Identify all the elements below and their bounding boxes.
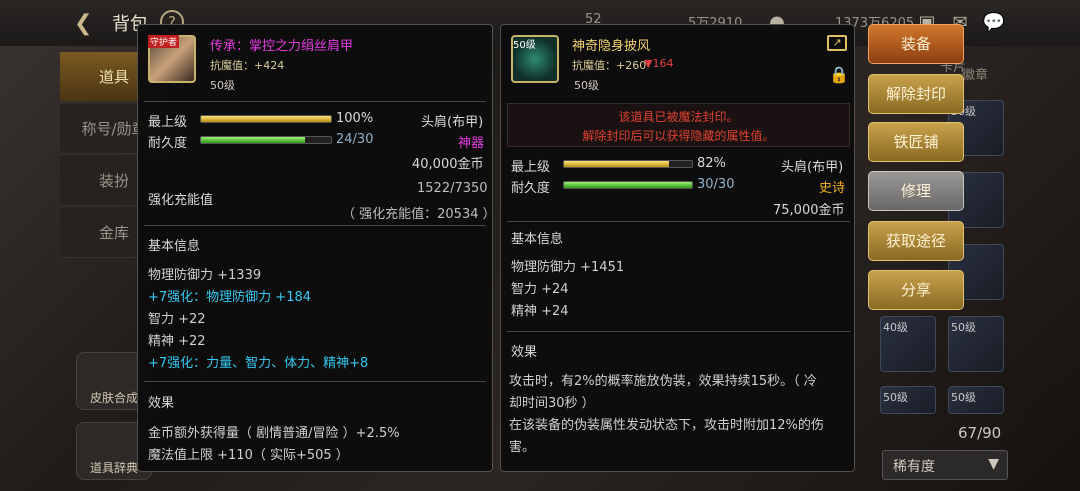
sort-dropdown-value: 稀有度: [893, 459, 935, 475]
item-grade: 史诗: [819, 181, 846, 196]
effect-line: 害。: [509, 440, 536, 455]
durability-bar-fill: [201, 137, 305, 143]
item-resist: 抗魔值：+260: [572, 59, 647, 72]
chat-icon[interactable]: 💬: [982, 12, 1006, 34]
item-price: 75,000金币: [773, 203, 845, 218]
share-button[interactable]: 分享: [868, 270, 964, 310]
max-level-pct: 82%: [697, 156, 726, 171]
item-resist: 抗魔值：+424: [210, 59, 285, 72]
divider: [144, 225, 486, 226]
effect-title: 效果: [148, 396, 175, 411]
back-arrow-icon[interactable]: ❮: [74, 10, 102, 38]
stat-line: 物理防御力 +1451: [511, 260, 625, 275]
item-name: 神奇隐身披风: [572, 39, 651, 54]
effect-line: 魔法值上限 +110（ 实际+505 ）: [148, 448, 349, 463]
item-tooltip-1: 守护者 传承：掌控之力绢丝肩甲 抗魔值：+424 50级 最上级 100% 头肩…: [137, 24, 496, 472]
item-level: 50级: [210, 79, 235, 92]
max-level-bar-fill: [564, 161, 669, 167]
tab-emblem[interactable]: 徽章: [962, 64, 988, 83]
guardian-badge: 守护者: [148, 35, 180, 48]
stat-line: 精神 +24: [511, 304, 569, 319]
effect-title: 效果: [511, 345, 538, 360]
unseal-button[interactable]: 解除封印: [868, 74, 964, 114]
durability-label: 耐久度: [511, 181, 551, 196]
strength-value: 1522/7350: [417, 181, 488, 196]
lock-icon[interactable]: 🔒: [829, 65, 849, 84]
divider: [507, 221, 850, 222]
max-level-bar: [563, 160, 693, 168]
inventory-slot[interactable]: 50级: [880, 386, 936, 414]
inventory-count: 67/90: [958, 424, 1002, 442]
item-tooltip-2: 50级 神奇隐身披风 抗魔值：+260 ▼164 50级 ↗ 🔒 该道具已被魔法…: [500, 24, 855, 472]
effect-line: 在该装备的伪装属性发动状态下，攻击时附加12%的伤: [509, 418, 824, 433]
inventory-slot[interactable]: 40级: [880, 316, 936, 372]
stat-line: +7强化：力量、智力、体力、精神+8: [148, 356, 369, 371]
durability-bar-fill: [564, 182, 692, 188]
max-level-label: 最上级: [148, 115, 188, 130]
stat-line: 精神 +22: [148, 334, 206, 349]
max-level-label: 最上级: [511, 160, 551, 175]
divider: [144, 381, 486, 382]
durability-bar: [200, 136, 332, 144]
divider: [507, 331, 850, 332]
item-grade: 神器: [458, 136, 485, 151]
seal-notice-line: 该道具已被魔法封印。: [618, 110, 739, 124]
effect-line: 金币额外获得量（ 剧情普通/冒险 ）+2.5%: [148, 426, 400, 441]
item-slot: 头肩(布甲): [421, 115, 484, 130]
effect-line: 却时间30秒 ）: [509, 396, 595, 411]
durability-bar: [563, 181, 693, 189]
stat-line: 智力 +24: [511, 282, 569, 297]
durability-value: 24/30: [336, 132, 374, 147]
durability-label: 耐久度: [148, 136, 188, 151]
equip-button[interactable]: 装备: [868, 24, 964, 64]
stat-line: +7强化：物理防御力 +184: [148, 290, 312, 305]
item-resist-diff: ▼164: [644, 57, 674, 70]
strength-sub: （ 强化充能值：20534 ）: [342, 207, 496, 222]
chevron-down-icon: ▼: [988, 456, 999, 472]
item-price: 40,000金币: [412, 157, 484, 172]
share-link-icon[interactable]: ↗: [827, 35, 847, 51]
obtain-route-button[interactable]: 获取途径: [868, 221, 964, 261]
basic-info-title: 基本信息: [511, 232, 564, 247]
inventory-slot[interactable]: 50级: [948, 316, 1004, 372]
strength-label: 强化充能值: [148, 193, 214, 208]
seal-notice-line: 解除封印后可以获得隐藏的属性值。: [582, 129, 775, 143]
durability-value: 30/30: [697, 177, 735, 192]
max-level-bar-fill: [201, 116, 331, 122]
effect-line: 攻击时，有2%的概率施放伪装，效果持续15秒。（ 冷: [509, 374, 817, 389]
blacksmith-button[interactable]: 铁匠铺: [868, 122, 964, 162]
max-level-bar: [200, 115, 332, 123]
repair-button[interactable]: 修理: [868, 171, 964, 211]
sort-dropdown[interactable]: 稀有度 ▼: [882, 450, 1008, 480]
item-slot: 头肩(布甲): [781, 160, 844, 175]
item-level: 50级: [574, 79, 599, 92]
stat-line: 智力 +22: [148, 312, 206, 327]
stat-line: 物理防御力 +1339: [148, 268, 262, 283]
basic-info-title: 基本信息: [148, 239, 201, 254]
item-name: 传承：掌控之力绢丝肩甲: [210, 39, 354, 54]
max-level-pct: 100%: [336, 111, 374, 126]
divider: [144, 101, 486, 102]
inventory-slot[interactable]: 50级: [948, 386, 1004, 414]
seal-notice-box: 该道具已被魔法封印。 解除封印后可以获得隐藏的属性值。: [507, 103, 850, 147]
item-icon-level: 50级: [513, 40, 536, 51]
